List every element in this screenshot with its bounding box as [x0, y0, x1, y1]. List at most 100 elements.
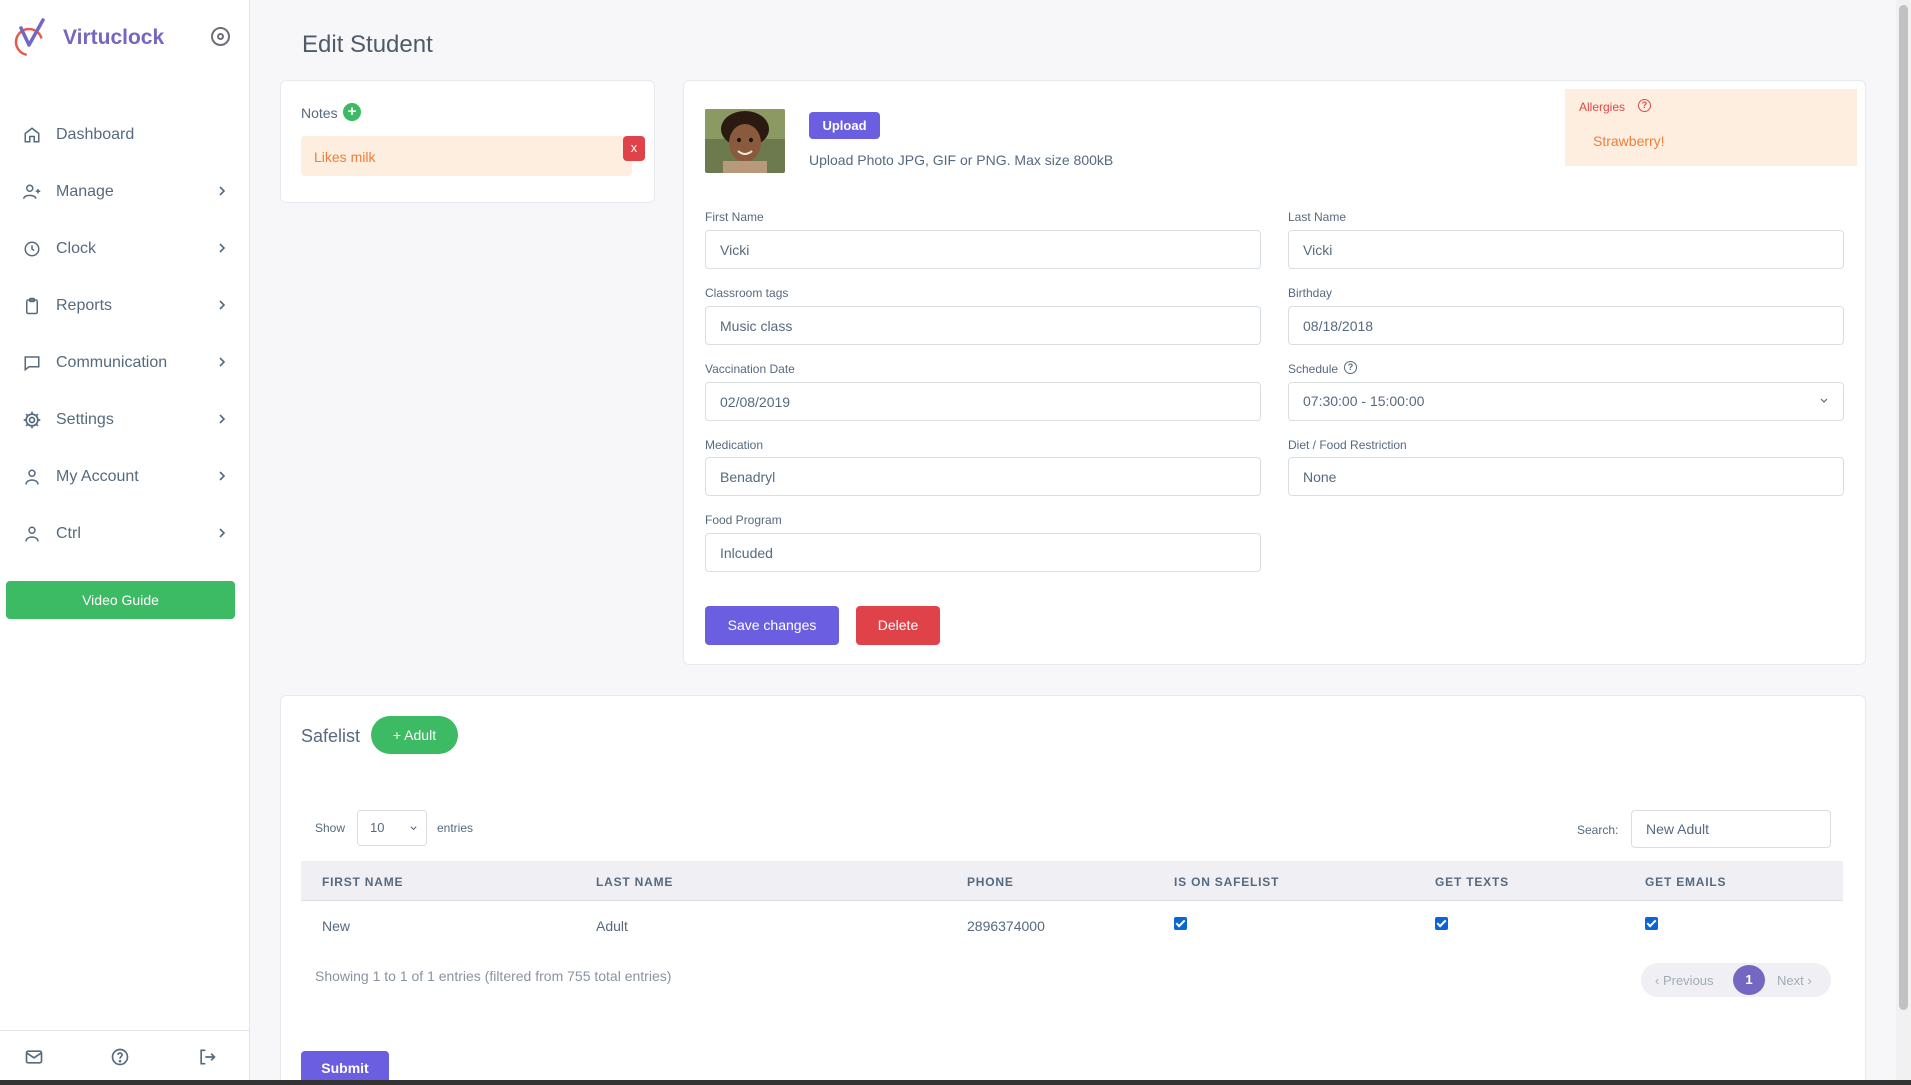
scrollbar-thumb[interactable] — [1899, 5, 1908, 1010]
previous-label: Previous — [1662, 973, 1714, 988]
first-name-label: First Name — [705, 210, 764, 224]
sidebar-item-label: Clock — [56, 239, 97, 257]
diet-field[interactable] — [1288, 457, 1844, 496]
last-name-label: Last Name — [1288, 210, 1347, 224]
table-info: Showing 1 to 1 of 1 entries (filtered fr… — [315, 968, 672, 984]
allergies-label: Allergies — [1579, 100, 1626, 114]
schedule-label: Schedule — [1288, 362, 1339, 376]
birthday-label: Birthday — [1288, 286, 1333, 300]
food-program-field[interactable] — [705, 533, 1261, 572]
chevron-right-icon — [219, 414, 226, 424]
sidebar-item-label: Ctrl — [56, 524, 81, 542]
first-name-field[interactable] — [705, 230, 1261, 269]
sidebar-item-manage[interactable]: Manage — [0, 163, 250, 220]
previous-page-button[interactable]: ‹ Previous — [1655, 973, 1714, 988]
get-texts-checkbox[interactable] — [1435, 917, 1448, 930]
home-icon — [22, 125, 42, 145]
table-header: FIRST NAME LAST NAME PHONE IS ON SAFELIS… — [301, 861, 1843, 901]
column-header-get-texts[interactable]: GET TEXTS — [1435, 875, 1509, 889]
video-guide-button[interactable]: Video Guide — [6, 581, 235, 619]
safelist-card: Safelist + Adult Show 10 entries Search:… — [280, 695, 1866, 1085]
last-name-field[interactable] — [1288, 230, 1844, 269]
add-note-button[interactable]: + — [343, 103, 361, 121]
cell-first-name: New — [322, 918, 351, 934]
user-icon — [22, 524, 42, 544]
allergies-value: Strawberry! — [1593, 133, 1665, 149]
sidebar-item-communication[interactable]: Communication — [0, 334, 250, 391]
search-label: Search: — [1577, 823, 1619, 837]
show-label: Show — [315, 821, 346, 835]
entries-label: entries — [437, 821, 474, 835]
schedule-value: 07:30:00 - 15:00:00 — [1303, 393, 1425, 409]
sidebar-menu: Dashboard Manage Clock Reports Communica… — [0, 106, 250, 562]
entries-per-page-select[interactable]: 10 — [357, 810, 427, 846]
column-header-get-emails[interactable]: GET EMAILS — [1645, 875, 1726, 889]
sidebar-item-dashboard[interactable]: Dashboard — [0, 106, 250, 163]
column-header-last-name[interactable]: LAST NAME — [596, 875, 673, 889]
is-on-safelist-checkbox[interactable] — [1174, 917, 1187, 930]
save-changes-button[interactable]: Save changes — [705, 606, 839, 645]
add-adult-button[interactable]: + Adult — [371, 716, 458, 754]
column-header-first-name[interactable]: FIRST NAME — [322, 875, 403, 889]
brand[interactable]: Virtuclock — [12, 16, 164, 60]
column-header-phone[interactable]: PHONE — [967, 875, 1014, 889]
notes-label: Notes — [301, 105, 338, 121]
delete-note-button[interactable]: x — [623, 136, 645, 161]
mail-icon[interactable] — [24, 1047, 44, 1067]
help-icon[interactable]: ? — [1638, 99, 1651, 112]
sidebar-item-label: Reports — [56, 296, 113, 314]
classroom-tags-field[interactable] — [705, 306, 1261, 345]
sidebar-item-label: Dashboard — [56, 125, 135, 143]
safelist-title: Safelist — [301, 726, 361, 746]
chevron-right-icon — [219, 300, 226, 310]
page-number-button[interactable]: 1 — [1733, 965, 1765, 995]
sidebar-item-clock[interactable]: Clock — [0, 220, 250, 277]
sidebar-item-reports[interactable]: Reports — [0, 277, 250, 334]
next-label: Next — [1777, 973, 1804, 988]
taskbar-edge — [0, 1080, 1911, 1085]
chevron-right-icon — [219, 528, 226, 538]
sidebar-item-settings[interactable]: Settings — [0, 391, 250, 448]
clock-icon — [22, 239, 42, 259]
sidebar-item-my-account[interactable]: My Account — [0, 448, 250, 505]
upload-photo-button[interactable]: Upload — [809, 112, 880, 139]
table-row: New Adult 2896374000 — [301, 902, 1843, 944]
get-emails-checkbox[interactable] — [1645, 917, 1658, 930]
column-header-is-on-safelist[interactable]: IS ON SAFELIST — [1174, 875, 1279, 889]
cell-last-name: Adult — [596, 918, 628, 934]
next-page-button[interactable]: Next › — [1777, 973, 1812, 988]
search-input[interactable] — [1631, 810, 1831, 848]
birthday-field[interactable] — [1288, 306, 1844, 345]
page-title: Edit Student — [302, 31, 433, 58]
cell-phone: 2896374000 — [967, 918, 1045, 934]
logout-icon[interactable] — [197, 1047, 217, 1067]
chat-icon — [22, 353, 42, 373]
allergies-panel: Allergies ? Strawberry! — [1565, 89, 1857, 166]
chevron-down-icon — [1820, 398, 1828, 403]
diet-label: Diet / Food Restriction — [1288, 438, 1407, 452]
delete-student-button[interactable]: Delete — [856, 606, 940, 645]
sidebar-item-label: Settings — [56, 410, 114, 428]
schedule-select[interactable]: 07:30:00 - 15:00:00 — [1288, 382, 1844, 421]
vaccination-date-field[interactable] — [705, 382, 1261, 421]
medication-field[interactable] — [705, 457, 1261, 496]
classroom-tags-label: Classroom tags — [705, 286, 789, 300]
chevron-right-icon — [219, 186, 226, 196]
medication-label: Medication — [705, 438, 764, 452]
help-icon[interactable] — [110, 1047, 130, 1067]
help-icon[interactable]: ? — [1344, 361, 1357, 374]
user-plus-icon — [22, 182, 42, 202]
chevron-right-icon — [219, 357, 226, 367]
food-program-label: Food Program — [705, 513, 782, 527]
sidebar-item-ctrl[interactable]: Ctrl — [0, 505, 250, 562]
brand-name: Virtuclock — [63, 26, 165, 49]
sidebar-item-label: Manage — [56, 182, 114, 200]
pagination: ‹ Previous 1 Next › — [1641, 963, 1831, 997]
chevron-right-icon — [219, 243, 226, 253]
sidebar-collapse-icon[interactable] — [211, 27, 230, 46]
page-scrollbar[interactable] — [1896, 0, 1911, 1080]
student-photo-image — [705, 109, 785, 173]
student-photo — [705, 109, 785, 173]
vaccination-date-label: Vaccination Date — [705, 362, 795, 376]
sidebar-item-label: My Account — [56, 467, 139, 485]
